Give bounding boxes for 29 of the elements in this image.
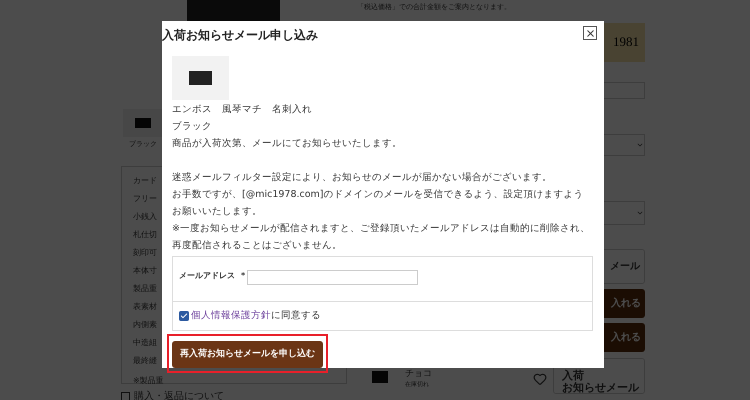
product-image: [172, 56, 229, 100]
product-name: エンボス 風琴マチ 名刺入れ: [172, 103, 313, 117]
consent-text: に同意する: [271, 308, 321, 323]
close-button[interactable]: [583, 26, 597, 40]
notice-text: 迷惑メールフィルター設定により、お知らせのメールが届かない場合がございます。: [172, 171, 553, 185]
required-mark: *: [241, 270, 246, 282]
spec-note: ※製品重: [133, 374, 164, 386]
email-field[interactable]: [247, 270, 418, 285]
notice-text: お手数ですが、[@mic1978.com]のドメインのメールを受信できるよう、設定頂けますようお願いいたします。: [172, 188, 585, 219]
spec-label: 表素材: [133, 300, 157, 312]
submit-button[interactable]: 再入荷お知らせメールを申し込む: [172, 341, 323, 368]
product-color: ブラック: [172, 120, 213, 134]
spec-label: 中造組: [133, 336, 157, 348]
spec-label: 内側素: [133, 318, 157, 330]
spec-label: 本体寸: [133, 264, 157, 276]
spec-label: 刻印可: [133, 246, 157, 258]
spec-label: 小銭入: [133, 210, 157, 222]
dialog-title: 入荷お知らせメール申し込み: [162, 27, 318, 44]
close-icon: [584, 28, 596, 38]
spec-label: カード: [133, 174, 157, 186]
spec-label: 最終縫: [133, 354, 157, 366]
spec-label: 札仕切: [133, 228, 157, 240]
notice-text: ※一度お知らせメールが配信されますと、ご登録頂いたメールアドレスは自動的に削除され、再度配信されることはございません。: [172, 222, 591, 253]
email-label: メールアドレス: [179, 270, 235, 282]
notice-text: 商品が入荷次第、メールにてお知らせいたします。: [172, 137, 403, 151]
spec-label: 製品重: [133, 282, 157, 294]
spec-label: フリー: [133, 192, 157, 204]
consent-checkbox[interactable]: [179, 311, 189, 321]
privacy-policy-link[interactable]: 個人情報保護方針: [191, 308, 271, 324]
